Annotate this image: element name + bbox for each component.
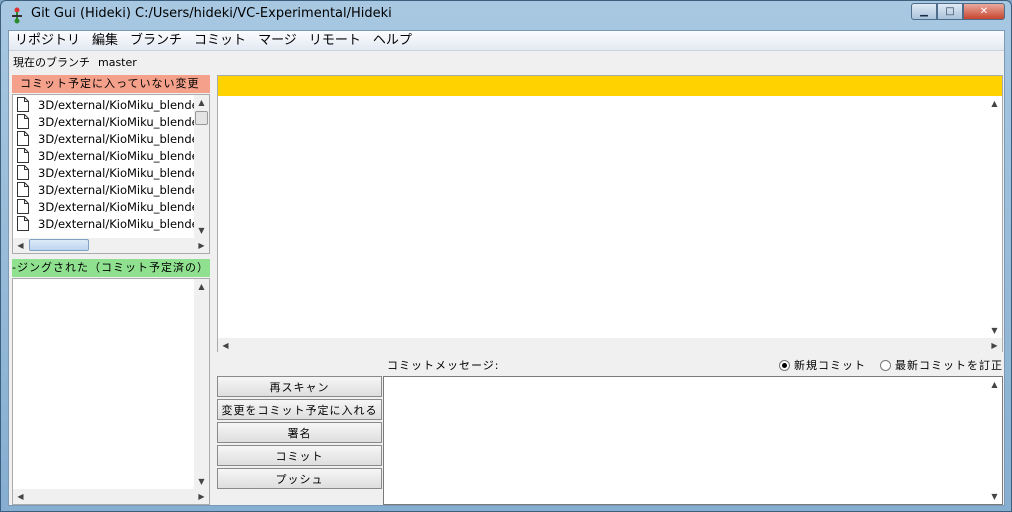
current-branch-label: 現在のブランチ [13,56,90,69]
file-icon [17,148,29,163]
git-gui-icon [12,7,22,24]
commit-message-input[interactable]: ▲ ▼ [383,376,1003,505]
amend-commit-label[interactable]: 最新コミットを訂正 [895,357,1003,373]
client-area: リポジトリ 編集 ブランチ コミット マージ リモート ヘルプ 現在のブランチ … [8,30,1005,506]
rescan-button[interactable]: 再スキャン [217,376,382,397]
unstaged-file-row[interactable]: 3D/external/KioMiku_blender/bl [17,96,210,113]
file-icon [17,182,29,197]
scroll-down-arrow-icon[interactable]: ▼ [987,489,1002,504]
staged-vertical-scrollbar[interactable]: ▲ ▼ [194,279,209,489]
scroll-up-arrow-icon[interactable]: ▲ [987,96,1002,111]
menu-branch[interactable]: ブランチ [124,31,188,51]
scroll-down-arrow-icon[interactable]: ▼ [987,323,1002,338]
unstaged-file-row[interactable]: 3D/external/KioMiku_blender/bl [17,198,210,215]
scroll-down-arrow-icon[interactable]: ▼ [194,474,209,489]
new-commit-label[interactable]: 新規コミット [794,357,866,373]
commit-button[interactable]: コミット [217,445,382,466]
scroll-left-arrow-icon[interactable]: ◀ [218,338,233,353]
scroll-right-arrow-icon[interactable]: ▶ [987,338,1002,353]
scroll-right-arrow-icon[interactable]: ▶ [194,238,209,253]
maximize-button[interactable]: □ [937,3,963,20]
file-icon [17,199,29,214]
unstaged-file-row[interactable]: 3D/external/KioMiku_blender/bl [17,113,210,130]
unstaged-file-row[interactable]: 3D/external/KioMiku_blender/bl [17,181,210,198]
file-icon [17,131,29,146]
scroll-up-arrow-icon[interactable]: ▲ [987,377,1002,392]
file-path: 3D/external/KioMiku_blender/bl [38,131,210,146]
diff-viewer[interactable]: ▲ ▼ ◀ ▶ [217,75,1003,353]
close-button[interactable]: ✕ [963,3,1005,20]
app-window: Git Gui (Hideki) C:/Users/hideki/VC-Expe… [0,0,1012,512]
minimize-button[interactable]: ▁ [911,3,937,20]
menu-bar: リポジトリ 編集 ブランチ コミット マージ リモート ヘルプ [9,31,1004,51]
menu-commit[interactable]: コミット [188,31,252,51]
diff-vertical-scrollbar[interactable]: ▲ ▼ [987,96,1002,338]
file-icon [17,97,29,112]
scroll-up-arrow-icon[interactable]: ▲ [194,95,209,110]
push-button[interactable]: プッシュ [217,468,382,489]
unstaged-changes-header: コミット予定に入っていない変更 [12,75,210,93]
diff-horizontal-scrollbar[interactable]: ◀ ▶ [218,338,1002,353]
file-path: 3D/external/KioMiku_blender/bl [38,114,210,129]
unstaged-file-row[interactable]: 3D/external/KioMiku_blender/bl [17,164,210,181]
staged-horizontal-scrollbar[interactable]: ◀ ▶ [13,489,209,504]
staged-changes-header: -ジングされた（コミット予定済の） [12,259,210,277]
menu-merge[interactable]: マージ [252,31,303,51]
file-path: 3D/external/KioMiku_blender/bl [38,216,210,231]
window-title: Git Gui (Hideki) C:/Users/hideki/VC-Expe… [31,6,392,21]
scroll-up-arrow-icon[interactable]: ▲ [194,279,209,294]
unstaged-file-row[interactable]: 3D/external/KioMiku_blender/bl [17,215,210,232]
menu-repository[interactable]: リポジトリ [9,31,86,51]
stage-changes-button[interactable]: 変更をコミット予定に入れる [217,399,382,420]
file-lists-pane: コミット予定に入っていない変更 3D/external/KioMiku_blen… [12,75,212,505]
unstaged-horizontal-scrollbar[interactable]: ◀ ▶ [13,238,209,253]
scroll-down-arrow-icon[interactable]: ▼ [194,223,209,238]
unstaged-file-row[interactable]: 3D/external/KioMiku_blender/bl [17,130,210,147]
commit-mode-options: 新規コミット 最新コミットを訂正 [765,357,1003,373]
commit-message-label: コミットメッセージ: [387,359,500,372]
amend-commit-radio[interactable] [880,359,891,371]
new-commit-radio[interactable] [779,359,790,371]
unstaged-file-list[interactable]: 3D/external/KioMiku_blender/bl 3D/extern… [12,94,210,254]
current-branch-bar: 現在のブランチ master [9,52,1004,72]
sign-off-button[interactable]: 署名 [217,422,382,443]
file-path: 3D/external/KioMiku_blender/bl [38,199,210,214]
file-path: 3D/external/KioMiku_blender/bl [38,97,210,112]
file-icon [17,165,29,180]
diff-header-bar [218,76,1002,96]
file-icon [17,114,29,129]
scroll-right-arrow-icon[interactable]: ▶ [194,489,209,504]
menu-edit[interactable]: 編集 [86,31,124,51]
scroll-left-arrow-icon[interactable]: ◀ [13,238,28,253]
message-vertical-scrollbar[interactable]: ▲ ▼ [987,377,1002,504]
file-path: 3D/external/KioMiku_blender/bl [38,165,210,180]
current-branch-name: master [98,55,137,69]
staged-file-list[interactable]: ▲ ▼ ◀ ▶ [12,278,210,505]
title-bar[interactable]: Git Gui (Hideki) C:/Users/hideki/VC-Expe… [1,1,1011,29]
scroll-thumb[interactable] [29,239,89,251]
scroll-thumb[interactable] [195,111,208,125]
file-icon [17,216,29,231]
menu-help[interactable]: ヘルプ [367,31,418,51]
commit-button-column: 再スキャン 変更をコミット予定に入れる 署名 コミット プッシュ [217,376,382,491]
unstaged-vertical-scrollbar[interactable]: ▲ ▼ [194,95,209,238]
file-path: 3D/external/KioMiku_blender/bl [38,182,210,197]
commit-area: コミットメッセージ: 新規コミット 最新コミットを訂正 再スキャン 変更をコミッ… [217,356,1003,506]
menu-remote[interactable]: リモート [303,31,367,51]
unstaged-file-row[interactable]: 3D/external/KioMiku_blender/bl [17,147,210,164]
scroll-left-arrow-icon[interactable]: ◀ [13,489,28,504]
file-path: 3D/external/KioMiku_blender/bl [38,148,210,163]
